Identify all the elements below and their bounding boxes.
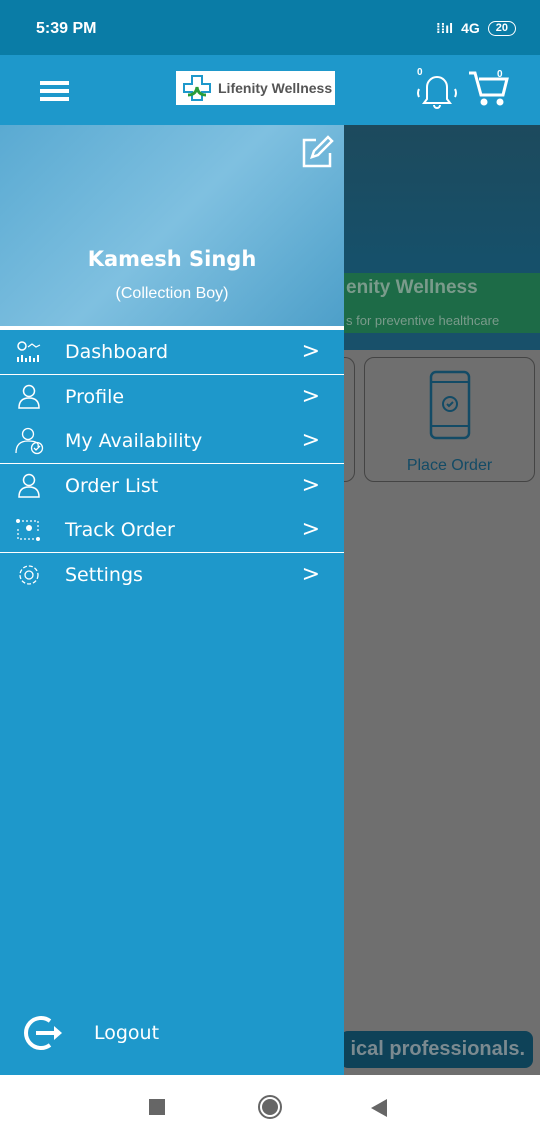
menu-item-profile[interactable]: Profile > bbox=[0, 375, 344, 420]
cart-icon bbox=[469, 71, 509, 106]
user-icon bbox=[0, 473, 65, 499]
chevron-right-icon: > bbox=[301, 472, 320, 498]
user-icon bbox=[0, 384, 65, 410]
menu-item-label: Order List bbox=[65, 474, 159, 497]
network-label: 4G bbox=[461, 20, 480, 36]
drawer-header: Kamesh Singh (Collection Boy) bbox=[0, 125, 344, 330]
menu-item-track-order[interactable]: Track Order > bbox=[0, 508, 344, 553]
chevron-right-icon: > bbox=[301, 339, 320, 364]
footer-tagline: ical professionals. bbox=[340, 1031, 533, 1068]
banner-title: enity Wellness bbox=[346, 277, 478, 298]
signal-icon: ⁞⁞ıl bbox=[435, 20, 454, 36]
logout-button[interactable]: Logout bbox=[20, 1013, 159, 1053]
phone-check-icon bbox=[429, 370, 471, 440]
notification-badge: 0 bbox=[417, 67, 423, 78]
menu-item-label: Track Order bbox=[65, 518, 175, 541]
back-button[interactable] bbox=[371, 1099, 387, 1117]
navigation-drawer: Kamesh Singh (Collection Boy) Dashboard >… bbox=[0, 125, 344, 1075]
app-logo: Lifenity Wellness bbox=[176, 71, 335, 105]
recents-button[interactable] bbox=[149, 1099, 165, 1115]
menu-item-settings[interactable]: Settings > bbox=[0, 553, 344, 598]
status-time: 5:39 PM bbox=[36, 20, 97, 37]
logo-text: Lifenity Wellness bbox=[218, 80, 333, 96]
cart-badge: 0 bbox=[497, 69, 503, 80]
chevron-right-icon: > bbox=[301, 428, 320, 453]
chevron-right-icon: > bbox=[301, 561, 320, 587]
menu-icon[interactable] bbox=[40, 81, 69, 105]
place-order-card: Place Order bbox=[364, 357, 535, 482]
edit-icon[interactable] bbox=[300, 135, 334, 169]
logout-label: Logout bbox=[94, 1022, 160, 1044]
chevron-right-icon: > bbox=[301, 517, 320, 542]
user-name: Kamesh Singh bbox=[87, 247, 257, 271]
menu-item-label: My Availability bbox=[65, 429, 203, 452]
system-nav-bar bbox=[0, 1075, 540, 1140]
chevron-right-icon: > bbox=[301, 383, 320, 409]
app-bar: Lifenity Wellness 0 0 bbox=[0, 55, 540, 125]
menu-item-order-list[interactable]: Order List > bbox=[0, 464, 344, 509]
user-role: (Collection Boy) bbox=[115, 285, 229, 302]
logout-icon bbox=[24, 1016, 62, 1050]
banner-subtitle: s for preventive healthcare bbox=[346, 313, 500, 328]
notification-button[interactable]: 0 bbox=[414, 67, 460, 116]
status-bar: 5:39 PM ⁞⁞ıl 4G 20 bbox=[0, 0, 540, 55]
menu-item-my-availability[interactable]: My Availability > bbox=[0, 419, 344, 464]
cart-button[interactable]: 0 bbox=[467, 69, 511, 114]
home-button[interactable] bbox=[258, 1095, 282, 1119]
track-icon bbox=[0, 518, 65, 541]
battery-icon: 20 bbox=[487, 20, 516, 36]
place-order-label: Place Order bbox=[406, 457, 493, 474]
menu-item-label: Settings bbox=[65, 563, 143, 586]
availability-icon bbox=[0, 427, 65, 455]
menu-item-dashboard[interactable]: Dashboard > bbox=[0, 330, 344, 375]
dashboard-icon bbox=[0, 341, 65, 363]
gear-icon bbox=[0, 563, 65, 587]
menu-item-label: Dashboard bbox=[65, 340, 169, 363]
menu-item-label: Profile bbox=[65, 385, 125, 408]
